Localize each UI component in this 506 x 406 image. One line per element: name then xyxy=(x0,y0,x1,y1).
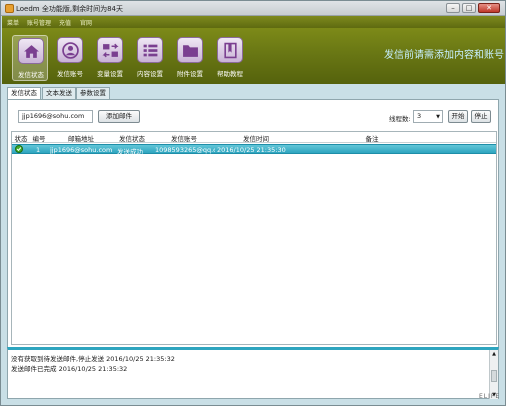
toolbar-content[interactable]: 内容设置 xyxy=(132,35,168,81)
toolbar-label: 附件设置 xyxy=(177,70,203,78)
menu-item-website[interactable]: 官网 xyxy=(80,18,92,27)
results-table: 状态 编号 邮箱地址 发信状态 发信账号 发信时间 备注 1 jjp1696@s… xyxy=(11,131,497,345)
header-hint: 发信前请需添加内容和账号 xyxy=(384,50,504,61)
scroll-up-icon[interactable]: ▲ xyxy=(490,350,498,358)
tab-parameters[interactable]: 参数设置 xyxy=(76,87,110,99)
add-email-button[interactable]: 添加邮件 xyxy=(98,110,140,123)
menu-item-account[interactable]: 账号管理 xyxy=(27,18,51,27)
close-button[interactable]: ✕ xyxy=(478,3,500,13)
toolbar-label: 内容设置 xyxy=(137,70,163,78)
column-header-number[interactable]: 编号 xyxy=(30,133,48,143)
watermark-logo: ELIFE xyxy=(479,393,501,400)
folder-icon xyxy=(177,37,203,63)
minimize-button[interactable]: – xyxy=(446,3,460,13)
toolbar-send-status[interactable]: 发信状态 xyxy=(12,35,48,81)
start-button[interactable]: 开始 xyxy=(448,110,468,123)
toolbar-label: 变量设置 xyxy=(97,70,123,78)
chevron-down-icon: ▼ xyxy=(436,114,440,120)
menu-bar: 菜单 账号管理 充值 官网 xyxy=(2,16,505,28)
maximize-button[interactable]: □ xyxy=(462,3,476,13)
table-row[interactable]: 1 jjp1696@sohu.com 发送成功 1098593265@qq.c … xyxy=(12,144,496,156)
cell-account: 1098593265@qq.c xyxy=(155,146,215,154)
column-header-time[interactable]: 发信时间 xyxy=(222,133,290,143)
main-panel: jjp1696@sohu.com 添加邮件 线程数: 3 ▼ 开始 停止 状态 … xyxy=(7,99,499,351)
column-header-status[interactable]: 状态 xyxy=(14,133,28,143)
app-window: Loedm 全功能版,剩余时间为84天 – □ ✕ 菜单 账号管理 充值 官网 … xyxy=(0,0,506,406)
cell-time: 2016/10/25 21:35:30 xyxy=(217,146,286,154)
toolbar: 发信状态 发信账号 变量设置 内容设置 附件设置 帮助教程 发信前请需添加内容和… xyxy=(2,28,505,84)
book-icon xyxy=(217,37,243,63)
swap-icon xyxy=(97,37,123,63)
toolbar-help[interactable]: 帮助教程 xyxy=(212,35,248,81)
user-icon xyxy=(57,37,83,63)
log-line: 发送邮件已完成 2016/10/25 21:35:32 xyxy=(11,365,128,373)
column-header-account[interactable]: 发信账号 xyxy=(154,133,214,143)
column-header-email[interactable]: 邮箱地址 xyxy=(52,133,110,143)
list-icon xyxy=(137,37,163,63)
cell-number: 1 xyxy=(36,146,41,154)
window-title: Loedm 全功能版,剩余时间为84天 xyxy=(16,5,123,13)
tab-text-send[interactable]: 文本发送 xyxy=(42,87,76,99)
toolbar-label: 发信状态 xyxy=(18,71,44,79)
email-field[interactable]: jjp1696@sohu.com xyxy=(18,110,93,123)
log-scrollbar[interactable]: ▲ ▼ xyxy=(489,350,498,399)
thread-count-value: 3 xyxy=(417,112,422,120)
toolbar-attachments[interactable]: 附件设置 xyxy=(172,35,208,81)
log-panel[interactable]: 没有获取到待发送邮件,停止发送 2016/10/25 21:35:32 发送邮件… xyxy=(7,347,499,399)
thread-count-label: 线程数: xyxy=(389,115,411,123)
menu-item-menu[interactable]: 菜单 xyxy=(7,18,19,27)
table-header: 状态 编号 邮箱地址 发信状态 发信账号 发信时间 备注 xyxy=(12,132,496,143)
column-header-send-status[interactable]: 发信状态 xyxy=(112,133,152,143)
toolbar-label: 帮助教程 xyxy=(217,70,243,78)
app-logo-icon xyxy=(5,4,14,13)
toolbar-variables[interactable]: 变量设置 xyxy=(92,35,128,81)
toolbar-send-account[interactable]: 发信账号 xyxy=(52,35,88,81)
check-icon xyxy=(15,145,23,153)
thread-count-select[interactable]: 3 ▼ xyxy=(413,110,443,123)
column-header-note[interactable]: 备注 xyxy=(352,133,392,143)
log-line: 没有获取到待发送邮件,停止发送 2016/10/25 21:35:32 xyxy=(11,355,175,363)
scroll-thumb[interactable] xyxy=(491,370,497,382)
menu-item-recharge[interactable]: 充值 xyxy=(59,18,71,27)
cell-send-status: 发送成功 xyxy=(117,148,143,156)
toolbar-label: 发信账号 xyxy=(57,70,83,78)
stop-button[interactable]: 停止 xyxy=(471,110,491,123)
cell-email: jjp1696@sohu.com xyxy=(50,146,113,154)
title-bar[interactable]: Loedm 全功能版,剩余时间为84天 – □ ✕ xyxy=(1,1,505,16)
home-icon xyxy=(18,38,44,64)
